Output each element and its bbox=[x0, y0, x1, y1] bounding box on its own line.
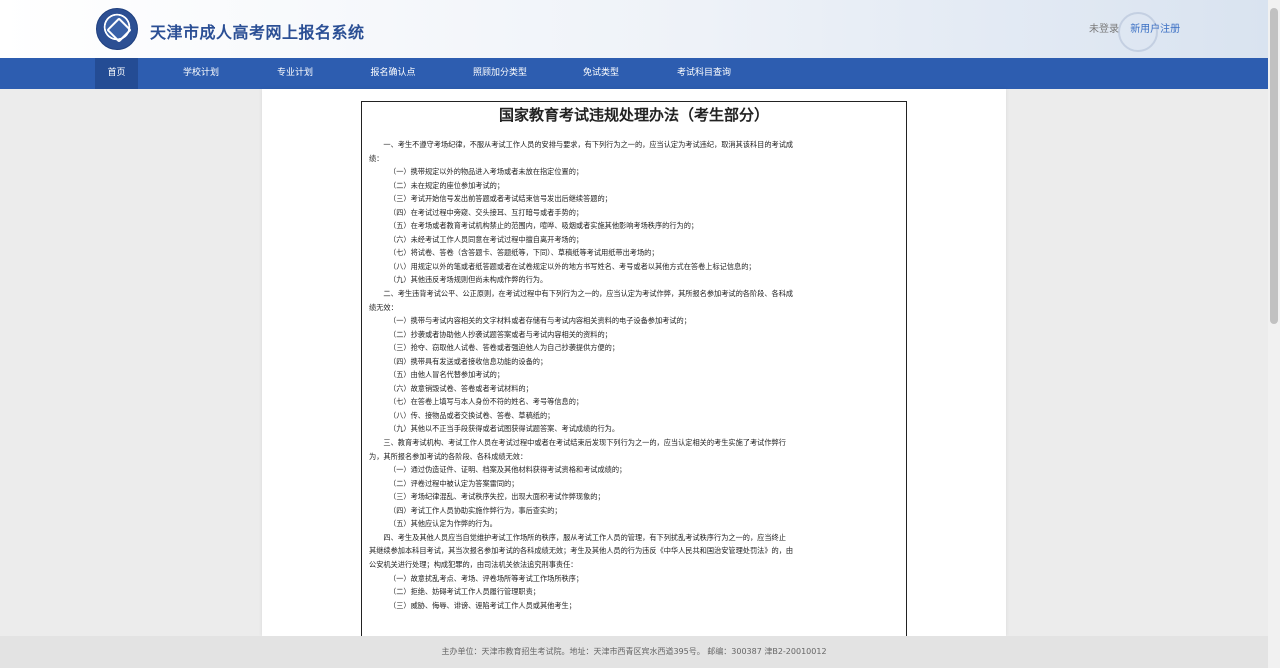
document-line: （一）携带规定以外的物品进入考场或者未放在指定位置的； bbox=[389, 167, 584, 177]
document-line: 其继续参加本科目考试，其当次报名参加考试的各科成绩无效；考生及其他人员的行为违反… bbox=[369, 546, 794, 556]
site-title: 天津市成人高考网上报名系统 bbox=[150, 23, 365, 42]
document-line: （九）其他以不正当手段获得或者试图获得试题答案、考试成绩的行为。 bbox=[389, 424, 620, 434]
document-line: 公安机关进行处理；构成犯罪的，由司法机关依法追究刑事责任： bbox=[369, 559, 578, 569]
site-header: 天津市成人高考网上报名系统 未登录 新用户注册 bbox=[0, 0, 1268, 58]
document-line: （二）评卷过程中被认定为答案雷同的； bbox=[389, 478, 519, 488]
document-line: （九）其他违反考场规则但尚未构成作弊的行为。 bbox=[389, 275, 548, 285]
document-line: （一）故意扰乱考点、考场、评卷场所等考试工作场所秩序； bbox=[389, 573, 584, 583]
document-line: （八）用规定以外的笔或者纸答题或者在试卷规定以外的地方书写姓名、考号或者以其他方… bbox=[389, 261, 756, 271]
document-line: （五）在考场或者教育考试机构禁止的范围内，喧哗、吸烟或者实施其他影响考场秩序的行… bbox=[389, 221, 699, 231]
document-line: 二、考生违背考试公平、公正原则，在考试过程中有下列行为之一的，应当认定为考试作弊… bbox=[383, 289, 794, 299]
document-line: （三）抢夺、窃取他人试卷、答卷或者强迫他人为自己抄袭提供方便的； bbox=[389, 343, 620, 353]
nav-home[interactable]: 首页 bbox=[95, 58, 138, 89]
scrollbar-thumb[interactable] bbox=[1270, 8, 1278, 324]
document-line: 四、考生及其他人员应当自觉维护考试工作场所的秩序，服从考试工作人员的管理，有下列… bbox=[383, 532, 786, 542]
regulations-document: 国家教育考试违规处理办法（考生部分） 一、考生不遵守考场纪律，不服从考试工作人员… bbox=[361, 101, 907, 641]
document-line: （一）通过伪造证件、证明、档案及其他材料获得考试资格和考试成绩的； bbox=[389, 465, 627, 475]
document-line: （七）在答卷上填写与本人身份不符的姓名、考号等信息的； bbox=[389, 397, 584, 407]
seal-watermark-icon bbox=[1118, 12, 1158, 52]
document-line: （五）其他应认定为作弊的行为。 bbox=[389, 519, 497, 529]
footer-info: 主办单位：天津市教育招生考试院。地址：天津市西青区宾水西道395号。 邮编：30… bbox=[441, 647, 827, 656]
document-line: 为，其所报名参加考试的各阶段、各科成绩无效： bbox=[369, 451, 528, 461]
nav-exam-subjects-query[interactable]: 考试科目查询 bbox=[664, 58, 744, 89]
main-navbar: 首页 学校计划 专业计划 报名确认点 照顾加分类型 免试类型 考试科目查询 bbox=[0, 58, 1268, 89]
document-line: （三）考场纪律混乱、考试秩序失控，出现大面积考试作弊现象的； bbox=[389, 492, 605, 502]
document-body: 一、考生不遵守考场纪律，不服从考试工作人员的安排与要求，有下列行为之一的，应当认… bbox=[369, 138, 901, 612]
document-line: （一）携带与考试内容相关的文字材料或者存储有与考试内容相关资料的电子设备参加考试… bbox=[389, 316, 691, 326]
nav-major-plan[interactable]: 专业计划 bbox=[264, 58, 326, 89]
document-line: 三、教育考试机构、考试工作人员在考试过程中或者在考试结束后发现下列行为之一的，应… bbox=[383, 438, 786, 448]
document-line: （二）抄袭或者协助他人抄袭试题答案或者与考试内容相关的资料的； bbox=[389, 329, 612, 339]
document-line: （四）考试工作人员协助实施作弊行为，事后查实的； bbox=[389, 505, 562, 515]
document-line: （八）传、接物品或者交换试卷、答卷、草稿纸的； bbox=[389, 410, 555, 420]
document-line: 一、考生不遵守考场纪律，不服从考试工作人员的安排与要求，有下列行为之一的，应当认… bbox=[383, 140, 794, 149]
document-line: （六）未经考试工作人员同意在考试过程中擅自离开考场的； bbox=[389, 234, 584, 244]
document-line: （四）携带具有发送或者接收信息功能的设备的； bbox=[389, 356, 548, 366]
content-page: 国家教育考试违规处理办法（考生部分） 一、考生不遵守考场纪律，不服从考试工作人员… bbox=[262, 89, 1006, 641]
document-line: （三）威胁、侮辱、诽谤、诬陷考试工作人员或其他考生； bbox=[389, 600, 576, 610]
document-line: 绩无效： bbox=[369, 302, 398, 312]
login-status: 未登录 bbox=[1089, 24, 1119, 35]
nav-school-plan[interactable]: 学校计划 bbox=[170, 58, 232, 89]
document-line: （七）将试卷、答卷（含答题卡、答题纸等，下同）、草稿纸等考试用纸带出考场的； bbox=[389, 248, 659, 258]
document-title: 国家教育考试违规处理办法（考生部分） bbox=[498, 106, 769, 124]
nav-bonus-points-types[interactable]: 照顾加分类型 bbox=[462, 58, 538, 89]
document-line: （六）故意销毁试卷、答卷或者考试材料的； bbox=[389, 383, 533, 393]
vertical-scrollbar[interactable] bbox=[1268, 0, 1280, 668]
page-footer: 主办单位：天津市教育招生考试院。地址：天津市西青区宾水西道395号。 邮编：30… bbox=[0, 636, 1268, 668]
document-line: （二）拒绝、妨碍考试工作人员履行管理职责； bbox=[389, 587, 540, 597]
document-line: 绩： bbox=[369, 153, 384, 163]
nav-confirmation-sites[interactable]: 报名确认点 bbox=[360, 58, 426, 89]
document-line: （二）未在规定的座位参加考试的； bbox=[389, 180, 505, 190]
nav-exemption-types[interactable]: 免试类型 bbox=[572, 58, 630, 89]
document-line: （五）由他人冒名代替参加考试的； bbox=[389, 370, 505, 380]
site-logo bbox=[96, 8, 138, 50]
document-line: （三）考试开始信号发出前答题或者考试结束信号发出后继续答题的； bbox=[389, 194, 612, 204]
document-line: （四）在考试过程中旁窥、交头接耳、互打暗号或者手势的； bbox=[389, 207, 584, 217]
